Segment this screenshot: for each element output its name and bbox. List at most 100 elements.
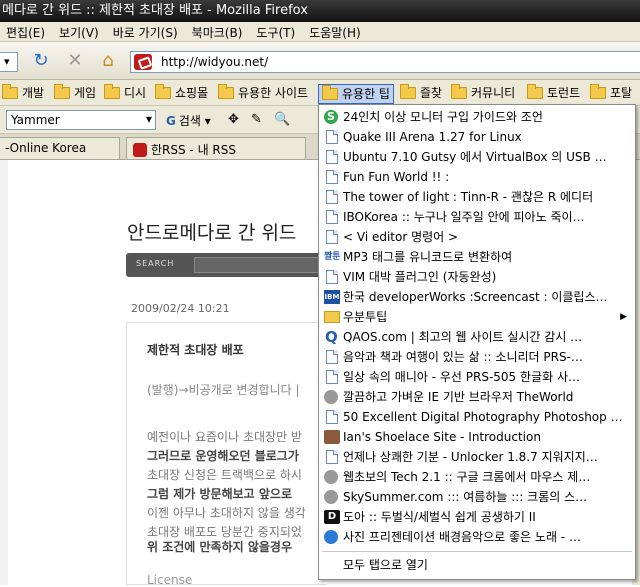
tab-hanrss[interactable]: 한RSS - 내 RSS <box>126 137 306 159</box>
folder-icon <box>590 84 606 99</box>
d-icon: D <box>324 510 340 524</box>
bookmark-dropdown-menu: 24인치 이상 모니터 구입 가이드와 조언 Quake III Arena 1… <box>318 104 636 580</box>
bookmark-folder-community[interactable]: 커뮤니티 <box>451 84 515 104</box>
toolbar-icons[interactable]: ✥ ✎ 🔍 <box>228 112 294 127</box>
menu-tools[interactable]: 도구(T) <box>250 22 303 41</box>
menu-item[interactable]: The tower of light : Tinn-R - 괜찮은 R 에디터 <box>319 187 635 207</box>
window-title: 메다로 간 위드 :: 제한적 초대장 배포 - Mozilla Firefox <box>0 0 640 22</box>
menu-bar: 편집(E) 보기(V) 바로 가기(S) 북마크(B) 도구(T) 도움말(H) <box>0 22 640 42</box>
post-condition: 위 조건에 만족하지 않을경우 <box>147 540 293 554</box>
folder-icon <box>324 311 340 323</box>
bookmark-folder-dc[interactable]: 디시 <box>104 84 146 104</box>
menu-item-submenu[interactable]: 우분투팁 ▶ <box>319 307 635 327</box>
folder-icon <box>527 84 543 99</box>
folder-icon <box>218 84 234 99</box>
folder-icon <box>54 84 70 99</box>
menu-item[interactable]: 일상 속의 매니아 - 우선 PRS-505 한글화 사… <box>319 367 635 387</box>
page-icon <box>326 150 338 164</box>
page-icon <box>326 170 338 184</box>
google-icon: G <box>166 114 176 128</box>
google-search-button[interactable]: G 검색 ▾ <box>166 112 211 129</box>
back-history-dropdown[interactable] <box>0 52 18 72</box>
folder-icon <box>451 84 467 99</box>
page-icon <box>326 130 338 144</box>
ibm-icon: IBM <box>324 290 340 304</box>
bookmark-folder-useful-tips[interactable]: 유용한 팁 <box>318 84 394 104</box>
stop-icon[interactable]: ✕ <box>64 50 86 72</box>
menu-item[interactable]: < Vi editor 명령어 > <box>319 227 635 247</box>
menu-item[interactable]: Q QAOS.com | 최고의 웹 사이트 실시간 감시 … <box>319 327 635 347</box>
post-date: 2009/02/24 10:21 <box>131 302 230 315</box>
blog-title[interactable]: 안드로메다로 간 위드 <box>127 218 296 245</box>
menu-item[interactable]: Ubuntu 7.10 Gutsy 에서 VirtualBox 의 USB … <box>319 147 635 167</box>
page-icon <box>326 190 338 204</box>
tab-online-korea[interactable]: -Online Korea <box>0 137 120 159</box>
search-label: SEARCH <box>136 259 175 268</box>
page-icon <box>326 350 338 364</box>
folder-icon <box>322 85 338 100</box>
bookmark-folder-useful-sites[interactable]: 유용한 사이트 <box>218 84 308 104</box>
menu-view[interactable]: 보기(V) <box>53 22 107 41</box>
page-icon <box>326 230 338 244</box>
menu-item[interactable]: IBM 한국 developerWorks :Screencast : 이클립스… <box>319 287 635 307</box>
open-all-in-tabs[interactable]: 모두 탭으로 열기 <box>319 555 635 575</box>
page-icon <box>326 450 338 464</box>
blog-search-input[interactable] <box>194 257 324 273</box>
menu-edit[interactable]: 편집(E) <box>0 22 53 41</box>
bookmark-folder-games[interactable]: 게임 <box>54 84 96 104</box>
bookmarks-toolbar: 개발 게임 디시 쇼핑몰 유용한 사이트 유용한 팁 즐찾 커뮤니티 토런트 포… <box>0 80 640 106</box>
gear-icon <box>324 470 338 484</box>
bookmark-folder-shopping[interactable]: 쇼핑몰 <box>155 84 208 104</box>
rss-icon <box>133 143 147 157</box>
green-s-icon <box>324 107 338 127</box>
reload-icon[interactable]: ↻ <box>30 50 52 72</box>
page-icon <box>326 270 338 284</box>
site-favicon-icon <box>134 54 152 70</box>
bookmark-folder-portal[interactable]: 포탈 <box>590 84 632 104</box>
submenu-arrow-icon: ▶ <box>620 312 627 322</box>
menu-bookmarks[interactable]: 북마크(B) <box>186 22 251 41</box>
menu-item[interactable]: 웹초보의 Tech 2.1 :: 구글 크롬에서 마우스 제… <box>319 467 635 487</box>
bookmark-folder-favorites[interactable]: 즐찾 <box>400 84 442 104</box>
avatar-icon <box>324 430 340 444</box>
menu-item[interactable]: 언제나 상쾌한 기분 - Unlocker 1.8.7 지워지지… <box>319 447 635 467</box>
post-note: (발행)→비공개로 변경합니다 | <box>147 383 300 397</box>
page-icon <box>326 370 338 384</box>
post-title[interactable]: 제한적 초대장 배포 <box>147 341 244 358</box>
folder-icon <box>2 84 18 99</box>
menu-separator <box>322 551 632 552</box>
home-icon[interactable]: ⌂ <box>97 50 119 72</box>
gear-icon <box>324 490 338 504</box>
menu-item[interactable]: IBOKorea :: 누구나 일주일 안에 피아노 죽이… <box>319 207 635 227</box>
menu-item[interactable]: D 도아 :: 두벌식/세벌식 쉽게 공생하기 II <box>319 507 635 527</box>
gear-icon <box>324 390 338 404</box>
q-icon: Q <box>325 328 338 346</box>
menu-item[interactable]: Fun Fun World !! : <box>319 167 635 187</box>
folder-icon <box>400 84 416 99</box>
bookmark-folder-dev[interactable]: 개발 <box>2 84 44 104</box>
globe-icon <box>324 530 338 544</box>
menu-item[interactable]: Ian's Shoelace Site - Introduction <box>319 427 635 447</box>
menu-item[interactable]: 깔끔하고 가벼운 IE 기반 브라우저 TheWorld <box>319 387 635 407</box>
menu-item[interactable]: SkySummer.com ::: 여름하늘 ::: 크롬의 스… <box>319 487 635 507</box>
navigation-toolbar: ↻ ✕ ⌂ http://widyou.net/ <box>0 42 640 80</box>
menu-help[interactable]: 도움말(H) <box>303 22 369 41</box>
menu-item[interactable]: 50 Excellent Digital Photography Photosh… <box>319 407 635 427</box>
menu-item[interactable]: Quake III Arena 1.27 for Linux <box>319 127 635 147</box>
url-bar[interactable]: http://widyou.net/ <box>130 51 640 73</box>
menu-item[interactable]: 24인치 이상 모니터 구입 가이드와 조언 <box>319 107 635 127</box>
folder-icon <box>104 84 120 99</box>
bookmark-folder-torrent[interactable]: 토런트 <box>527 84 580 104</box>
menu-item[interactable]: 짤툰 MP3 태그를 유니코드로 변환하여 <box>319 247 635 267</box>
page-edge <box>0 160 8 585</box>
yammer-dropdown[interactable]: Yammer <box>6 110 156 130</box>
menu-history[interactable]: 바로 가기(S) <box>107 22 186 41</box>
menu-item[interactable]: 음악과 책과 여행이 있는 삶 :: 소니리더 PRS-… <box>319 347 635 367</box>
blog-search-bar: SEARCH <box>126 253 326 277</box>
url-text[interactable]: http://widyou.net/ <box>161 55 268 69</box>
korean-icon: 짤툰 <box>324 252 341 262</box>
post-body: 예전이나 요즘이나 초대장만 받 그러므로 운영해오던 블로그가 초대장 신청은… <box>147 430 306 539</box>
page-icon <box>326 410 338 424</box>
menu-item[interactable]: 사진 프리젠테이션 배경음악으로 좋은 노래 - … <box>319 527 635 547</box>
menu-item[interactable]: VIM 대박 플러그인 (자동완성) <box>319 267 635 287</box>
